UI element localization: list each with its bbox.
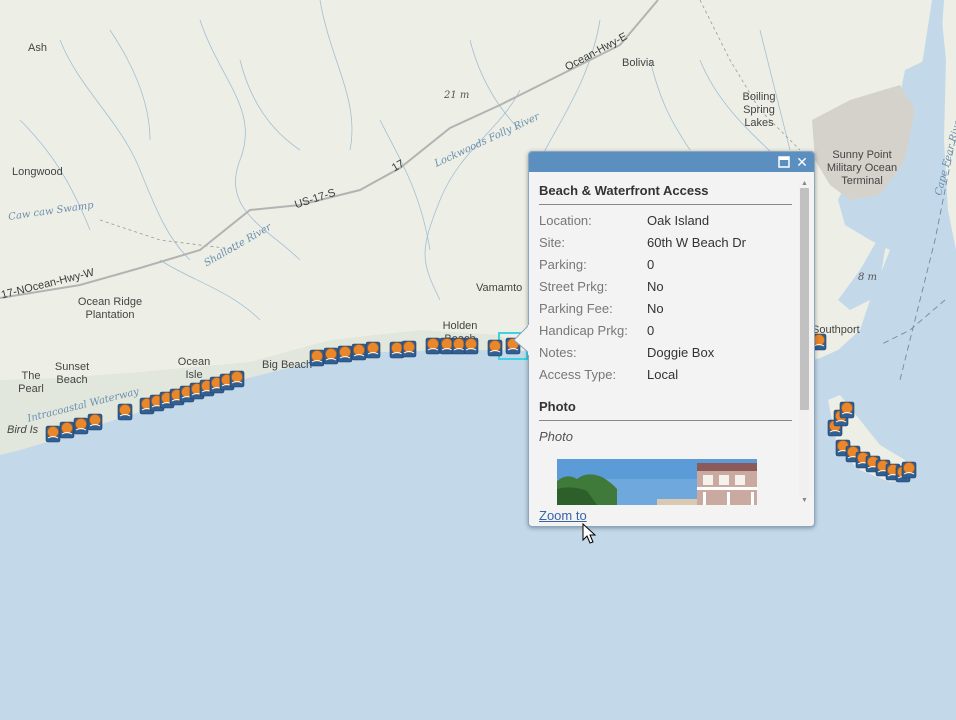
attr-value: 0 [647, 323, 655, 338]
place-bird-island: Bird Is [7, 424, 39, 436]
place-boiling-spring-lakes: Boiling Spring Lakes [742, 91, 776, 129]
photo-caption: Photo [539, 429, 573, 444]
attr-label: Parking Fee: [539, 301, 613, 316]
attr-value: Oak Island [647, 213, 710, 228]
place-holden-beach: Holden Beach [442, 320, 478, 345]
attr-label: Access Type: [539, 367, 617, 382]
place-sunset-beach: Sunset Beach [54, 361, 90, 386]
place-vamamto: Vamamto [476, 282, 523, 294]
zoom-to-link[interactable]: Zoom to [539, 508, 587, 523]
attr-row-street-prkg: Street Prkg: No [539, 276, 792, 298]
place-bolivia: Bolivia [622, 57, 655, 69]
elevation-21m: 21 m [444, 90, 470, 101]
attr-label: Handicap Prkg: [539, 323, 628, 338]
attr-label: Location: [539, 213, 592, 228]
attr-row-parking: Parking: 0 [539, 254, 792, 276]
place-big-beach: Big Beach [262, 359, 313, 371]
popup-scrollbar[interactable]: ▲ ▼ [798, 180, 810, 505]
place-sunny-point: Sunny Point Military Ocean Terminal [826, 149, 898, 187]
scroll-up-icon[interactable]: ▲ [800, 180, 809, 188]
attr-value: Local [647, 367, 679, 382]
popup-pointer [513, 325, 532, 355]
attribute-table: Location: Oak Island Site: 60th W Beach Dr… [539, 210, 792, 386]
place-the-pearl: The Pearl [18, 370, 44, 395]
attr-row-notes: Notes: Doggie Box [539, 342, 792, 364]
attr-label: Site: [539, 235, 566, 250]
attr-label: Street Prkg: [539, 279, 608, 294]
attr-value: 0 [647, 257, 655, 272]
popup-titlebar: ✕ [529, 152, 814, 172]
scroll-thumb[interactable] [800, 188, 809, 410]
attr-value: 60th W Beach Dr [647, 235, 746, 250]
maximize-icon[interactable] [776, 154, 792, 170]
scroll-down-icon[interactable]: ▼ [800, 497, 809, 505]
attr-value: No [647, 301, 664, 316]
place-ocean-ridge: Ocean Ridge Plantation [77, 296, 143, 321]
attr-label: Parking: [539, 257, 587, 272]
attr-row-handicap-prkg: Handicap Prkg: 0 [539, 320, 792, 342]
attr-label: Notes: [539, 345, 577, 360]
attr-row-access-type: Access Type: Local [539, 364, 792, 386]
attr-row-site: Site: 60th W Beach Dr [539, 232, 792, 254]
attr-value: No [647, 279, 664, 294]
mouse-cursor-icon [582, 523, 597, 544]
info-popup: ✕ Beach & Waterfront Access Location: Oak… [528, 151, 815, 527]
photo-heading: Photo [539, 399, 792, 421]
place-ocean-isle: Ocean Isle [177, 356, 211, 381]
popup-content: Beach & Waterfront Access Location: Oak I… [539, 172, 792, 505]
attr-value: Doggie Box [647, 345, 715, 360]
place-ash: Ash [28, 42, 47, 54]
close-icon[interactable]: ✕ [794, 154, 810, 170]
place-longwood: Longwood [12, 166, 63, 178]
place-southport: Southport [812, 324, 860, 336]
attr-row-location: Location: Oak Island [539, 210, 792, 232]
popup-title: Beach & Waterfront Access [539, 183, 792, 205]
photo-image[interactable] [557, 459, 757, 505]
attr-row-parking-fee: Parking Fee: No [539, 298, 792, 320]
elevation-8m: 8 m [858, 272, 878, 283]
